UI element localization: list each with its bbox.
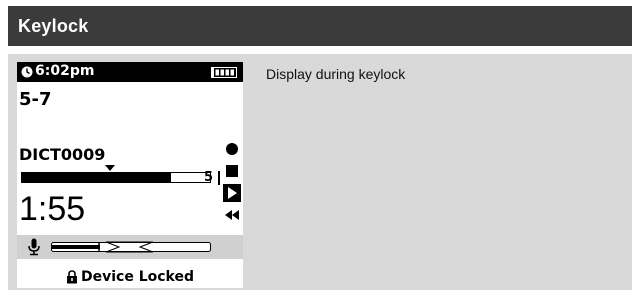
- battery-full-icon: [211, 67, 237, 78]
- input-level-row: [17, 235, 243, 259]
- clock-time: 6:02pm: [35, 63, 95, 79]
- lock-status-bar: Device Locked: [17, 266, 243, 288]
- section-header: Keylock: [8, 6, 632, 46]
- section-title: Keylock: [18, 15, 89, 36]
- playback-position-bar: 5: [21, 165, 220, 185]
- state-icons: [223, 140, 243, 250]
- lock-message: Device Locked: [81, 269, 194, 285]
- microphone-icon: [28, 238, 40, 256]
- stop-icon: [226, 165, 238, 177]
- record-icon: [226, 143, 238, 155]
- status-bar: 6:02pm: [17, 62, 243, 82]
- device-display: 6:02pm 5-7 DICT0009 5 1:55 Device Locked: [17, 62, 243, 288]
- position-marker: [105, 165, 115, 171]
- position-track: [21, 172, 211, 183]
- clock-icon: [21, 66, 33, 78]
- position-fill: [22, 173, 171, 182]
- level-meter: [51, 241, 211, 253]
- file-name: DICT0009: [19, 145, 106, 164]
- lock-icon: [67, 270, 77, 284]
- play-icon: [223, 184, 241, 202]
- index-mark-bar: [218, 171, 220, 185]
- rewind-icon: [225, 210, 239, 220]
- display-caption: Display during keylock: [266, 66, 406, 82]
- folder-label: 5-7: [19, 89, 52, 110]
- index-mark-number: 5: [204, 170, 214, 185]
- elapsed-time: 1:55: [19, 190, 86, 228]
